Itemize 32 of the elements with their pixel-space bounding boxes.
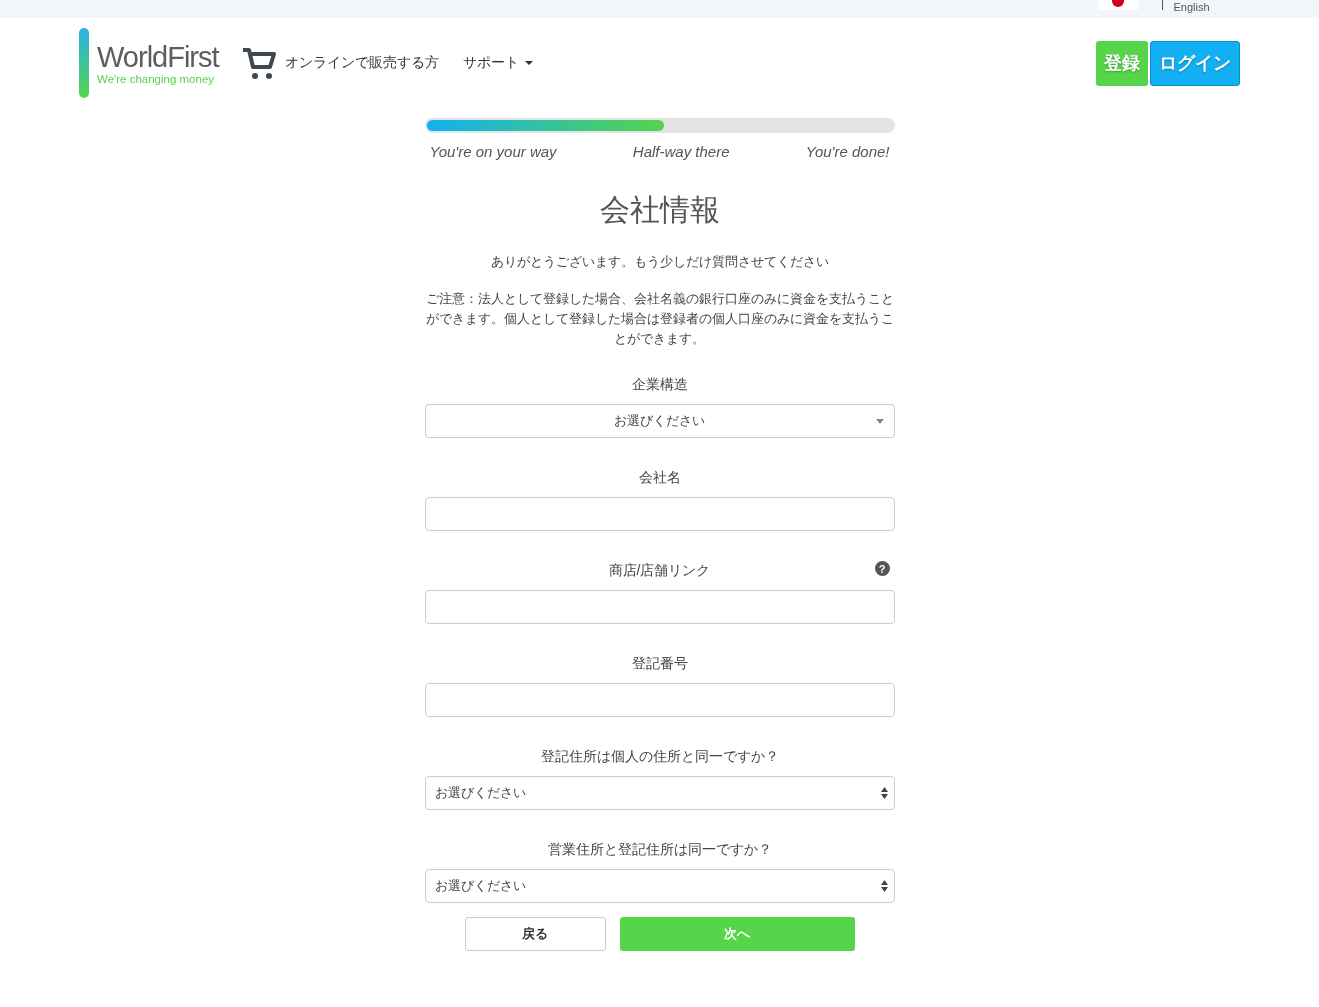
nav-dropdown[interactable]: サポート xyxy=(462,54,533,72)
progress-step: You're done! xyxy=(805,143,890,160)
intro-text: ありがとうございます。もう少しだけ質問させてください xyxy=(489,253,830,271)
back-button[interactable]: 戻る xyxy=(464,917,606,951)
text-field[interactable] xyxy=(424,590,895,624)
logo-name[interactable]: WorldFirst xyxy=(97,41,219,73)
japan-flag-icon[interactable] xyxy=(1098,0,1139,10)
select-field[interactable]: お選びください xyxy=(424,869,895,903)
nav-link[interactable]: オンラインで販売する方 xyxy=(284,54,439,72)
logo-tagline: We're changing money xyxy=(97,73,216,85)
text-field[interactable] xyxy=(424,683,895,717)
notice-text: ご注意：法人として登録した場合、会社名義の銀行口座のみに資金を支払うことができます。個人として登録した場合は登録者の個人口座のみに資金を支払うことができます。 xyxy=(424,290,895,348)
field-label: 営業住所と登記住所は同一ですか？ xyxy=(547,841,772,857)
cart-icon[interactable] xyxy=(240,45,277,81)
page-title: 会社情報 xyxy=(598,192,721,228)
progress-step: Half-way there xyxy=(632,143,730,160)
language-link[interactable]: English xyxy=(1173,0,1210,14)
help-icon[interactable]: ? xyxy=(874,561,890,576)
field-label: 登記住所は個人の住所と同一ですか？ xyxy=(540,748,779,764)
progress-step: You're on your way xyxy=(429,143,557,160)
field-label: 登記番号 xyxy=(631,655,688,671)
up-down-arrows-icon xyxy=(880,787,888,799)
field-label: 会社名 xyxy=(638,469,681,485)
text-field[interactable] xyxy=(424,497,895,531)
dropdown-arrow-icon xyxy=(875,419,884,424)
field-label: 企業構造 xyxy=(631,376,688,392)
field-label: 商店/店舗リンク xyxy=(608,562,711,578)
select-field[interactable]: お選びください xyxy=(424,404,895,438)
up-down-arrows-icon xyxy=(880,880,888,892)
select-field[interactable]: お選びください xyxy=(424,776,895,810)
caret-icon xyxy=(524,61,533,66)
logo-bar xyxy=(79,28,89,98)
